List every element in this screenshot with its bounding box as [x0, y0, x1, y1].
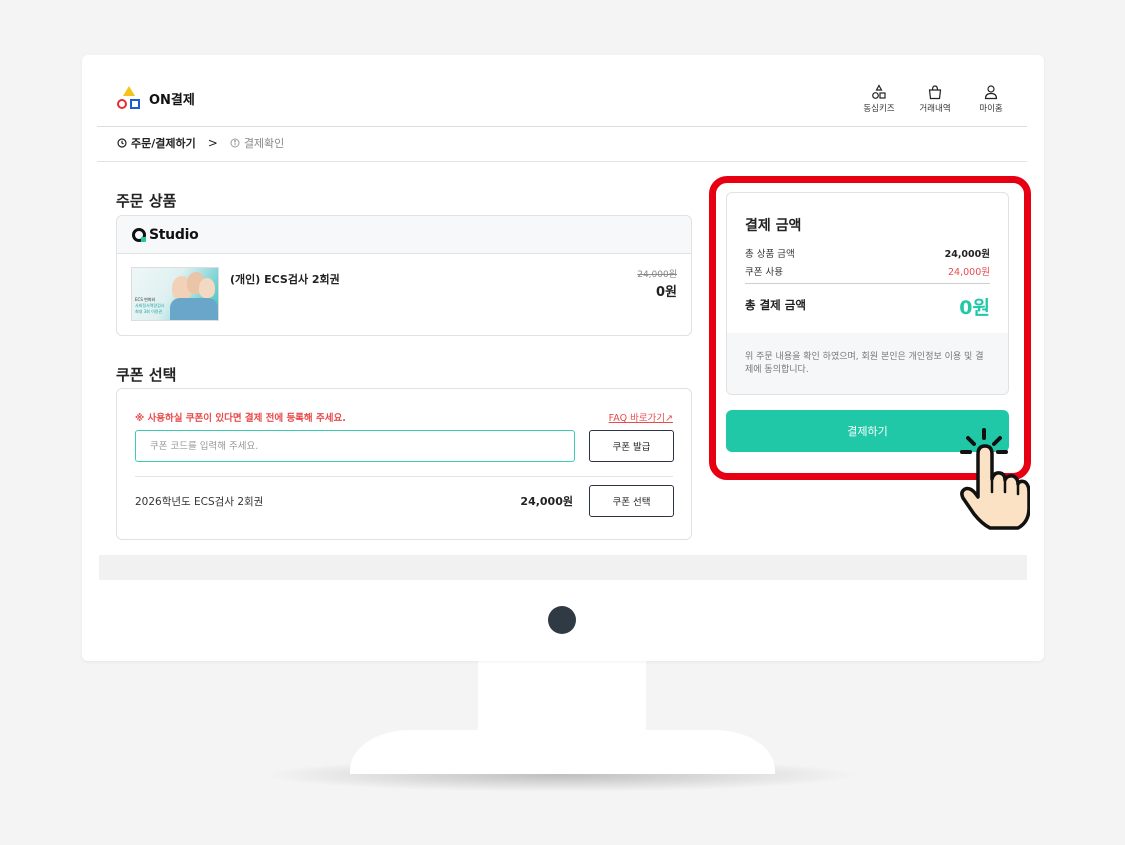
nav-label-kids: 동심키즈: [863, 104, 895, 114]
product-name: (개인) ECS검사 2회권: [230, 273, 340, 286]
final-price: 0원: [655, 285, 677, 300]
breadcrumb-separator: >: [207, 136, 218, 150]
order-card: Studio ECS 변화와 사회정서역량검사 최대 3회 이용권 (개인) E…: [116, 215, 692, 336]
coupon-notice: ※ 사용하실 쿠폰이 있다면 결제 전에 등록해 주세요.: [135, 413, 346, 424]
coupon-section-title: 쿠폰 선택: [116, 366, 177, 384]
nav-item-transactions[interactable]: 거래내역: [917, 84, 953, 114]
kids-shapes-icon: [872, 84, 886, 99]
user-icon: [984, 85, 998, 100]
monitor-button-dot: [548, 606, 576, 634]
brand-header: Studio: [117, 216, 691, 254]
nav-item-kids[interactable]: 동심키즈: [861, 84, 897, 114]
app-logo[interactable]: ON결제: [117, 86, 195, 110]
breadcrumb-divider: [97, 161, 1027, 162]
breadcrumb-step1-label: 주문/결제하기: [131, 137, 196, 150]
clock-icon: [117, 138, 127, 148]
breadcrumb-step-order[interactable]: 주문/결제하기: [117, 135, 196, 151]
breadcrumb-step-confirm[interactable]: 결제확인: [230, 135, 284, 151]
faq-link[interactable]: FAQ 바로가기↗: [609, 410, 673, 424]
thumb-text-3: 최대 3회 이용권: [135, 309, 163, 314]
coupon-item-name: 2026학년도 ECS검사 2회권: [135, 496, 264, 508]
coupon-divider: [135, 476, 673, 477]
nav-label-myhome: 마이홈: [979, 104, 1003, 114]
nav-label-transactions: 거래내역: [919, 104, 951, 114]
order-section-title: 주문 상품: [116, 192, 177, 210]
hand-pointer-icon: [960, 428, 1030, 530]
monitor-stand-base: [350, 730, 775, 774]
product-thumbnail: ECS 변화와 사회정서역량검사 최대 3회 이용권: [131, 267, 219, 321]
breadcrumb-step2-label: 결제확인: [243, 137, 285, 150]
select-coupon-button[interactable]: 쿠폰 선택: [589, 485, 674, 517]
studio-logo-icon: [132, 227, 146, 242]
header-nav: 동심키즈 거래내역 마이홈: [861, 84, 1009, 114]
nav-item-myhome[interactable]: 마이홈: [973, 84, 1009, 114]
info-icon: [230, 138, 240, 148]
screen-bottom-bar: [99, 555, 1027, 580]
breadcrumb: 주문/결제하기 > 결제확인: [117, 135, 284, 151]
coupon-code-input[interactable]: [135, 430, 575, 462]
shopping-bag-icon: [928, 85, 942, 100]
monitor-stand-neck: [478, 661, 646, 735]
logo-shapes-icon: [117, 86, 141, 110]
app-title: ON결제: [149, 92, 195, 108]
coupon-card: ※ 사용하실 쿠폰이 있다면 결제 전에 등록해 주세요. FAQ 바로가기↗ …: [116, 388, 692, 540]
original-price: 24,000원: [637, 270, 677, 280]
issue-coupon-button[interactable]: 쿠폰 발급: [589, 430, 674, 462]
brand-name: Studio: [149, 226, 199, 243]
app-header: ON결제 동심키즈 거래내역 마이홈: [97, 72, 1027, 127]
coupon-item-price: 24,000원: [520, 495, 573, 508]
